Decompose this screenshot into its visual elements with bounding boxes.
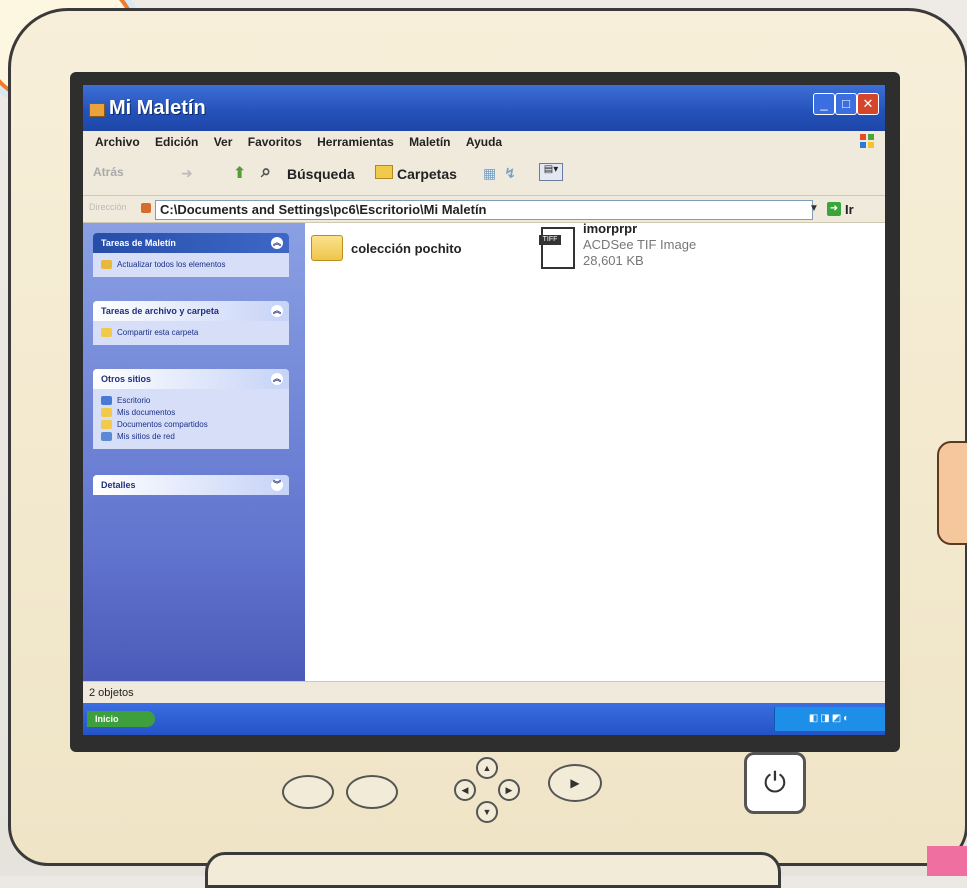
menu-ayuda[interactable]: Ayuda [466,135,502,149]
panel-title: Tareas de archivo y carpeta [101,306,219,316]
dpad-left-icon[interactable]: ◀ [454,779,476,801]
panel-archivo-carpeta: Tareas de archivo y carpeta ︽ Compartir … [93,301,289,345]
menu-edicion[interactable]: Edición [155,135,198,149]
address-bar: Dirección C:\Documents and Settings\pc6\… [83,196,885,223]
hand-illustration [937,441,967,545]
documents-folder-icon [101,408,112,417]
panel-header[interactable]: Detalles ︾ [93,475,289,495]
share-folder-link[interactable]: Compartir esta carpeta [101,327,281,339]
dpad-up-icon[interactable]: ▲ [476,757,498,779]
briefcase-small-icon [141,203,151,213]
forward-button[interactable]: ➜ [181,165,193,182]
search-button[interactable]: Búsqueda [287,166,355,182]
shared-folder-icon [101,420,112,429]
menu-favoritos[interactable]: Favoritos [248,135,302,149]
network-icon [101,432,112,441]
window-title: Mi Maletín [109,97,206,119]
go-button[interactable]: Ir [845,202,854,217]
task-pane: Tareas de Maletín ︽ Actualizar todos los… [83,223,305,681]
up-folder-icon[interactable]: ⬆ [233,163,246,183]
monitor-stand [205,852,781,888]
minimize-button[interactable]: _ [813,93,835,115]
file-name: imorprpr [583,221,638,236]
monitor-button-middle[interactable] [346,775,398,809]
collapse-icon[interactable]: ︽ [271,237,283,249]
status-text: 2 objetos [89,687,134,699]
toolbar: Atrás ➜ ⬆ ⌕ Búsqueda Carpetas ▦↯ ▤▾ [83,153,885,196]
chevron-down-icon[interactable]: ▼ [807,200,821,218]
dpad-down-icon[interactable]: ▼ [476,801,498,823]
item-label: Documentos compartidos [117,420,208,429]
close-button[interactable]: ✕ [857,93,879,115]
menu-ver[interactable]: Ver [214,135,233,149]
search-icon[interactable]: ⌕ [261,161,271,182]
shared-documents-link[interactable]: Documentos compartidos [101,419,281,431]
item-label: Mis sitios de red [117,432,175,441]
move-copy-icons[interactable]: ▦↯ [483,165,524,182]
my-documents-link[interactable]: Mis documentos [101,407,281,419]
briefcase-icon [89,103,105,117]
desktop-link[interactable]: Escritorio [101,395,281,407]
monitor-button-left[interactable] [282,775,334,809]
menu-archivo[interactable]: Archivo [95,135,140,149]
address-label: Dirección [89,202,127,212]
menu-maletin[interactable]: Maletín [409,135,450,149]
collapse-icon[interactable]: ︽ [271,373,283,385]
expand-icon[interactable]: ︾ [271,479,283,491]
update-all-link[interactable]: Actualizar todos los elementos [101,259,281,271]
update-icon [101,260,112,269]
pink-corner [927,846,967,876]
power-button[interactable]: ⏻ [744,752,806,814]
xp-flag-icon [860,134,874,148]
dpad-right-icon[interactable]: ▶ [498,779,520,801]
item-label: Actualizar todos los elementos [117,260,226,269]
panel-header[interactable]: Otros sitios ︽ [93,369,289,389]
back-button[interactable]: Atrás [93,165,124,179]
panel-tareas-maletin: Tareas de Maletín ︽ Actualizar todos los… [93,233,289,277]
taskbar: Inicio ◧◨◩◐ [83,703,885,735]
network-places-link[interactable]: Mis sitios de red [101,431,281,443]
file-type: ACDSee TIF Image [583,237,697,252]
panel-title: Tareas de Maletín [101,238,176,248]
system-tray[interactable]: ◧◨◩◐ [774,707,885,731]
panel-title: Otros sitios [101,374,152,384]
file-name: colección pochito [351,241,462,256]
go-arrow-icon[interactable]: ➜ [827,202,841,216]
tif-image-icon: TIFF [539,227,575,269]
panel-header[interactable]: Tareas de Maletín ︽ [93,233,289,253]
file-list: colección pochito TIFF imorprpr ACDSee T… [305,221,885,681]
menu-bar: Archivo Edición Ver Favoritos Herramient… [83,131,885,153]
panel-title: Detalles [101,480,136,490]
title-bar[interactable]: Mi Maletín _ □ ✕ [83,85,885,131]
desktop-icon [101,396,112,405]
folder-icon [311,235,343,261]
panel-detalles: Detalles ︾ [93,475,289,495]
item-label: Compartir esta carpeta [117,328,199,337]
maximize-button[interactable]: □ [835,93,857,115]
menu-herramientas[interactable]: Herramientas [317,135,394,149]
dpad[interactable]: ▲ ◀ ▶ ▼ [454,757,520,823]
collapse-icon[interactable]: ︽ [271,305,283,317]
address-field[interactable]: C:\Documents and Settings\pc6\Escritorio… [155,200,813,220]
panel-header[interactable]: Tareas de archivo y carpeta ︽ [93,301,289,321]
panel-otros-sitios: Otros sitios ︽ Escritorio Mis documentos… [93,369,289,449]
start-button[interactable]: Inicio [87,711,155,727]
screen: Mi Maletín _ □ ✕ Archivo Edición Ver Fav… [83,85,885,735]
folders-button[interactable]: Carpetas [397,166,457,182]
share-folder-icon [101,328,112,337]
tif-tag: TIFF [539,235,561,245]
play-button[interactable]: ▶ [548,764,602,802]
file-size: 28,601 KB [583,253,644,268]
item-label: Mis documentos [117,408,176,417]
item-label: Escritorio [117,396,151,405]
status-bar: 2 objetos [83,681,885,704]
views-icon[interactable]: ▤▾ [539,163,563,181]
folders-icon[interactable] [375,165,393,179]
